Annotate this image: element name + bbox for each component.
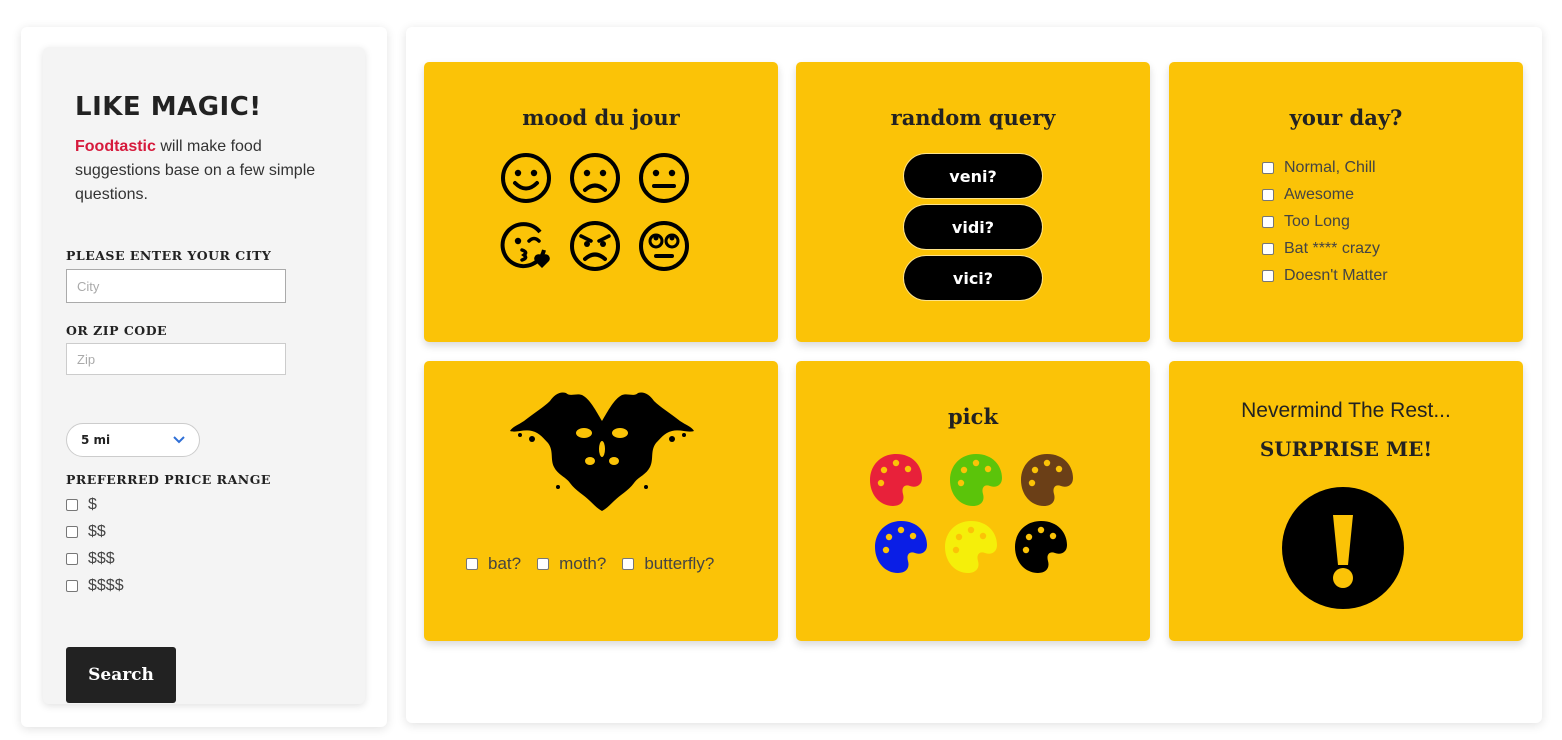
city-label: PLEASE ENTER YOUR CITY <box>66 248 272 263</box>
price-checkbox[interactable] <box>66 580 78 592</box>
suggestion-panel: mood du jour random query veni? vidi? vi… <box>406 27 1542 723</box>
search-form-card: LIKE MAGIC! Foodtastic will make food su… <box>43 47 365 704</box>
kiss-wink-heart-icon[interactable] <box>500 220 552 272</box>
day-option-label: Normal, Chill <box>1284 159 1376 176</box>
smile-icon[interactable] <box>500 152 552 204</box>
surprise-me-label: SURPRISE ME! <box>1259 437 1433 461</box>
day-option-label: Doesn't Matter <box>1284 267 1388 284</box>
price-option-label: $$$$ <box>88 577 124 594</box>
price-option[interactable]: $ <box>66 496 97 514</box>
price-option[interactable]: $$ <box>66 523 106 541</box>
day-checkbox[interactable] <box>1262 162 1274 174</box>
day-checkbox[interactable] <box>1262 189 1274 201</box>
city-input[interactable] <box>66 269 286 303</box>
price-option-label: $$$ <box>88 550 115 567</box>
brand-name: Foodtastic <box>75 138 156 155</box>
inkblot-option-label: butterfly? <box>644 554 715 573</box>
palette-green-icon[interactable] <box>948 452 1004 508</box>
veni-button[interactable]: veni? <box>904 154 1042 198</box>
inkblot-option[interactable]: bat? <box>466 554 521 574</box>
price-option-label: $ <box>88 496 97 513</box>
page-title: LIKE MAGIC! <box>75 92 262 122</box>
day-option[interactable]: Bat **** crazy <box>1262 240 1380 258</box>
vidi-button[interactable]: vidi? <box>904 205 1042 249</box>
sidebar-panel: LIKE MAGIC! Foodtastic will make food su… <box>21 27 387 727</box>
palette-black-icon[interactable] <box>1013 519 1069 575</box>
price-option[interactable]: $$$$ <box>66 577 124 595</box>
inkblot-image <box>510 392 694 511</box>
surprise-card: Nevermind The Rest... SURPRISE ME! <box>1169 361 1523 641</box>
inkblot-option[interactable]: butterfly? <box>622 554 714 574</box>
palette-blue-icon[interactable] <box>873 519 929 575</box>
your-day-title: your day? <box>1289 105 1403 130</box>
inkblot-checkbox[interactable] <box>622 558 635 570</box>
angry-icon[interactable] <box>569 220 621 272</box>
inkblot-options: bat? moth? butterfly? <box>466 554 714 574</box>
vici-button[interactable]: vici? <box>904 256 1042 300</box>
mood-card: mood du jour <box>424 62 778 342</box>
exclamation-circle-icon[interactable] <box>1282 487 1404 609</box>
radius-value: 5 mi <box>81 433 111 447</box>
day-checkbox[interactable] <box>1262 270 1274 282</box>
day-checkbox[interactable] <box>1262 216 1274 228</box>
your-day-card: your day? Normal, Chill Awesome Too Long… <box>1169 62 1523 342</box>
intro-text: Foodtastic will make food suggestions ba… <box>75 135 335 207</box>
radius-select[interactable]: 5 mi <box>66 423 200 457</box>
price-option-label: $$ <box>88 523 106 540</box>
pick-title: pick <box>948 404 998 429</box>
rolling-eyes-icon[interactable] <box>638 220 690 272</box>
nevermind-text: Nevermind The Rest... <box>1241 399 1451 422</box>
zip-label: OR ZIP CODE <box>66 323 168 338</box>
frown-icon[interactable] <box>569 152 621 204</box>
price-label: PREFERRED PRICE RANGE <box>66 472 271 487</box>
neutral-face-icon[interactable] <box>638 152 690 204</box>
day-option[interactable]: Too Long <box>1262 213 1350 231</box>
price-checkbox[interactable] <box>66 526 78 538</box>
inkblot-option[interactable]: moth? <box>537 554 606 574</box>
inkblot-card: bat? moth? butterfly? <box>424 361 778 641</box>
day-option-label: Too Long <box>1284 213 1350 230</box>
zip-input[interactable] <box>66 343 286 375</box>
inkblot-checkbox[interactable] <box>537 558 550 570</box>
price-option[interactable]: $$$ <box>66 550 115 568</box>
mood-emoji-grid <box>500 152 700 282</box>
pick-card: pick <box>796 361 1150 641</box>
day-option[interactable]: Doesn't Matter <box>1262 267 1388 285</box>
day-checkbox[interactable] <box>1262 243 1274 255</box>
palette-yellow-icon[interactable] <box>943 519 999 575</box>
price-checkbox[interactable] <box>66 553 78 565</box>
inkblot-checkbox[interactable] <box>466 558 478 570</box>
price-checkbox[interactable] <box>66 499 78 511</box>
inkblot-option-label: bat? <box>488 554 522 573</box>
inkblot-option-label: moth? <box>559 554 607 573</box>
random-query-title: random query <box>890 105 1056 130</box>
day-option-label: Awesome <box>1284 186 1354 203</box>
day-option-label: Bat **** crazy <box>1284 240 1381 257</box>
palette-brown-icon[interactable] <box>1019 452 1075 508</box>
chevron-down-icon <box>173 433 185 447</box>
mood-title: mood du jour <box>522 105 680 130</box>
search-button[interactable]: Search <box>66 647 176 703</box>
palette-red-icon[interactable] <box>868 452 924 508</box>
day-option[interactable]: Awesome <box>1262 186 1354 204</box>
random-query-card: random query veni? vidi? vici? <box>796 62 1150 342</box>
day-option[interactable]: Normal, Chill <box>1262 159 1376 177</box>
